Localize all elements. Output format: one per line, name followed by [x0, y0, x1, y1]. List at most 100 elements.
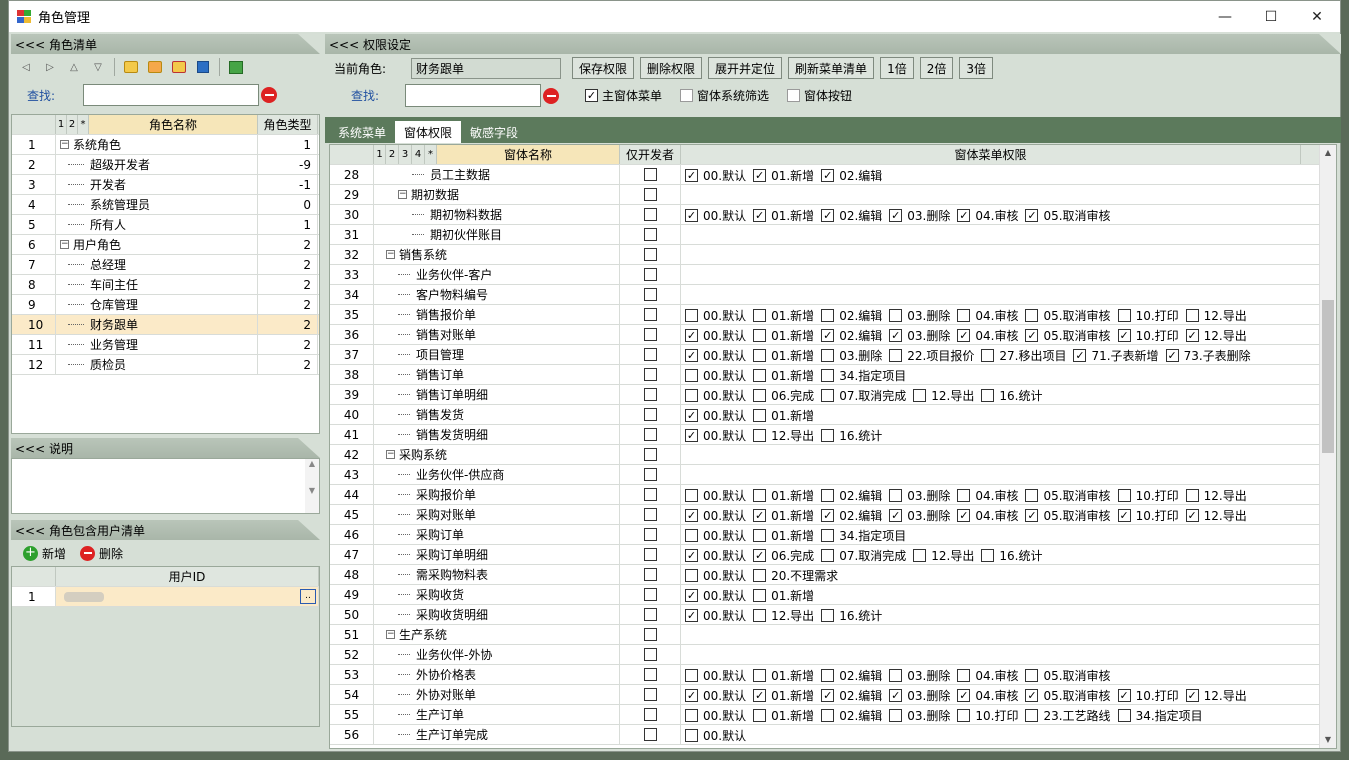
perm-checkbox[interactable] — [821, 548, 835, 562]
perm-row[interactable]: 33 业务伙伴-客户 — [330, 265, 1336, 285]
collapse-icon[interactable]: − — [386, 250, 395, 259]
perm-row[interactable]: 42− 采购系统 — [330, 445, 1336, 465]
perm-item[interactable]: 20.不理需求 — [753, 567, 838, 584]
zoom-2x-button[interactable]: 2倍 — [919, 57, 954, 79]
dev-only-checkbox[interactable] — [643, 268, 657, 281]
role-row[interactable]: 3 开发者 -1 — [12, 175, 319, 195]
dev-only-checkbox[interactable] — [643, 708, 657, 721]
perm-checkbox[interactable]: ✓ — [685, 508, 698, 522]
collapse-icon[interactable]: − — [386, 450, 395, 459]
perm-row[interactable]: 38 销售订单 00.默认 01.新增 34.指定项目 — [330, 365, 1336, 385]
perm-row[interactable]: 50 采购收货明细 ✓ 00.默认 12.导出 16.统计 — [330, 605, 1336, 625]
perm-item[interactable]: 00.默认 — [685, 527, 746, 544]
perm-checkbox[interactable] — [685, 668, 698, 682]
perm-checkbox[interactable] — [753, 528, 767, 542]
perm-item[interactable]: ✓ 05.取消审核 — [1025, 207, 1111, 224]
perm-row[interactable]: 46 采购订单 00.默认 01.新增 34.指定项目 — [330, 525, 1336, 545]
perm-checkbox[interactable] — [1185, 308, 1199, 322]
perm-checkbox[interactable] — [821, 668, 835, 682]
perm-item[interactable]: ✓ 06.完成 — [753, 547, 814, 564]
collapse-icon[interactable]: − — [60, 240, 69, 249]
dev-only-checkbox[interactable] — [643, 208, 657, 221]
perm-item[interactable]: ✓ 02.编辑 — [821, 687, 882, 704]
perm-item[interactable]: ✓ 04.审核 — [957, 687, 1018, 704]
perm-item[interactable]: ✓ 04.审核 — [957, 327, 1018, 344]
perm-checkbox[interactable] — [981, 548, 995, 562]
perm-row[interactable]: 44 采购报价单 00.默认 01.新增 02.编辑 03.删除 04.审核 05.取消审核 1… — [330, 485, 1336, 505]
perm-item[interactable]: ✓ 00.默认 — [685, 207, 746, 224]
perm-item[interactable]: 00.默认 — [685, 387, 746, 404]
refresh-menu-button[interactable]: 刷新菜单清单 — [788, 57, 875, 79]
dev-only-checkbox[interactable] — [643, 188, 657, 201]
user-lookup-button[interactable]: .. — [300, 589, 316, 604]
perm-item[interactable]: 00.默认 — [685, 727, 746, 744]
perm-row[interactable]: 35 销售报价单 00.默认 01.新增 02.编辑 03.删除 04.审核 05.取消审核 1… — [330, 305, 1336, 325]
perm-row[interactable]: 54 外协对账单 ✓ 00.默认 ✓ 01.新增 ✓ 02.编辑 ✓ 03.删除 ✓ 04.审核 ✓ 05… — [330, 685, 1336, 705]
perm-checkbox[interactable] — [821, 388, 835, 402]
dev-only-checkbox[interactable] — [643, 588, 657, 601]
perm-checkbox[interactable] — [753, 368, 767, 382]
perm-item[interactable]: 16.统计 — [821, 427, 882, 444]
minimize-button[interactable]: — — [1202, 1, 1248, 32]
clear-search-icon[interactable] — [261, 87, 277, 103]
perm-item[interactable]: 01.新增 — [753, 307, 814, 324]
zoom-1x-button[interactable]: 1倍 — [880, 57, 914, 79]
perm-checkbox[interactable] — [753, 488, 767, 502]
perm-item[interactable]: ✓ 04.审核 — [957, 207, 1018, 224]
perm-checkbox[interactable] — [1025, 708, 1039, 722]
perm-item[interactable]: ✓ 05.取消审核 — [1025, 327, 1111, 344]
perm-row[interactable]: 45 采购对账单 ✓ 00.默认 ✓ 01.新增 ✓ 02.编辑 ✓ 03.删除 ✓ 04.审核 ✓ 05… — [330, 505, 1336, 525]
perm-item[interactable]: ✓ 00.默认 — [685, 347, 746, 364]
perm-checkbox[interactable] — [821, 428, 835, 442]
perm-checkbox[interactable] — [685, 308, 698, 322]
option-checkbox-0[interactable]: ✓ 主窗体菜单 — [585, 87, 662, 104]
perm-checkbox[interactable]: ✓ — [685, 168, 698, 182]
perm-checkbox[interactable]: ✓ — [821, 688, 835, 702]
clear-perm-search-icon[interactable] — [543, 87, 559, 104]
col-role-type[interactable]: 角色类型 — [258, 115, 318, 134]
perm-checkbox[interactable] — [913, 388, 927, 402]
dev-only-checkbox[interactable] — [643, 728, 657, 741]
dev-only-checkbox[interactable] — [643, 508, 657, 521]
perm-item[interactable]: 01.新增 — [753, 407, 814, 424]
perm-item[interactable]: ✓ 10.打印 — [1117, 687, 1179, 704]
col-level-all[interactable]: * — [425, 145, 437, 164]
perm-checkbox[interactable] — [685, 708, 698, 722]
perm-checkbox[interactable]: ✓ — [821, 168, 835, 182]
perm-checkbox[interactable] — [1025, 308, 1039, 322]
dev-only-checkbox[interactable] — [643, 688, 657, 701]
perm-item[interactable]: ✓ 05.取消审核 — [1025, 507, 1111, 524]
perm-item[interactable]: 04.审核 — [957, 667, 1018, 684]
perm-item[interactable]: 16.统计 — [981, 547, 1042, 564]
up-icon[interactable]: △ — [63, 57, 85, 77]
perm-item[interactable]: 00.默认 — [685, 367, 746, 384]
perm-checkbox[interactable]: ✓ — [821, 508, 835, 522]
perm-item[interactable]: 04.审核 — [957, 487, 1018, 504]
role-row[interactable]: 7 总经理 2 — [12, 255, 319, 275]
perm-row[interactable]: 37 项目管理 ✓ 00.默认 01.新增 03.删除 22.项目报价 27.移出项目 ✓ 71.… — [330, 345, 1336, 365]
perm-item[interactable]: 00.默认 — [685, 707, 746, 724]
perm-item[interactable]: 12.导出 — [1185, 307, 1247, 324]
perm-checkbox[interactable] — [821, 708, 835, 722]
perm-checkbox[interactable]: ✓ — [753, 688, 767, 702]
perm-item[interactable]: 03.删除 — [889, 307, 950, 324]
perm-checkbox[interactable] — [685, 488, 698, 502]
perm-checkbox[interactable]: ✓ — [957, 508, 971, 522]
perm-item[interactable]: 00.默认 — [685, 487, 746, 504]
col-level-3[interactable]: 3 — [399, 145, 412, 164]
perm-item[interactable]: 34.指定项目 — [821, 527, 906, 544]
perm-item[interactable]: ✓ 71.子表新增 — [1073, 347, 1159, 364]
perm-row[interactable]: 30 期初物料数据 ✓ 00.默认 ✓ 01.新增 ✓ 02.编辑 ✓ 03.删除 ✓ 04.审核 ✓ 0… — [330, 205, 1336, 225]
dev-only-checkbox[interactable] — [643, 368, 657, 381]
col-user-id[interactable]: 用户ID — [56, 567, 319, 586]
close-button[interactable]: ✕ — [1294, 1, 1340, 32]
perm-item[interactable]: ✓ 10.打印 — [1117, 327, 1179, 344]
perm-checkbox[interactable]: ✓ — [1185, 508, 1199, 522]
perm-item[interactable]: ✓ 03.删除 — [889, 327, 950, 344]
perm-checkbox[interactable] — [821, 528, 835, 542]
perm-item[interactable]: ✓ 03.删除 — [889, 687, 950, 704]
expand-locate-button[interactable]: 展开并定位 — [708, 57, 783, 79]
perm-checkbox[interactable]: ✓ — [685, 688, 698, 702]
option-checkbox-2[interactable]: 窗体按钮 — [787, 87, 852, 104]
dev-only-checkbox[interactable] — [643, 228, 657, 241]
